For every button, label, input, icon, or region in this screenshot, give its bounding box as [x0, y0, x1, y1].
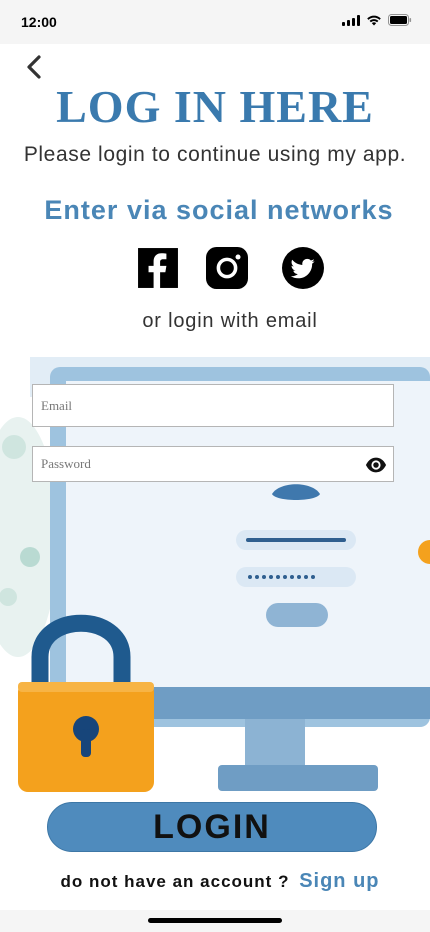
email-input[interactable]	[33, 385, 393, 426]
wifi-icon	[367, 15, 381, 26]
eye-icon[interactable]	[365, 455, 387, 475]
social-heading: Enter via social networks	[44, 195, 394, 225]
login-screen: LOG IN HERE Please login to continue usi…	[0, 44, 430, 910]
cellular-signal-icon	[342, 14, 360, 26]
signup-link[interactable]: Sign up	[299, 870, 379, 892]
signup-row: do not have an account ? Sign up	[0, 870, 430, 893]
email-field[interactable]	[32, 384, 394, 427]
instagram-icon[interactable]	[206, 247, 248, 289]
password-input[interactable]	[33, 447, 393, 481]
status-icons	[342, 14, 412, 26]
status-time: 12:00	[21, 14, 57, 30]
facebook-icon[interactable]	[137, 247, 179, 289]
home-indicator	[148, 918, 282, 923]
back-arrow-icon[interactable]	[22, 54, 48, 80]
password-field[interactable]	[32, 446, 394, 482]
social-buttons	[137, 247, 327, 291]
page-subtitle: Please login to continue using my app.	[23, 143, 407, 166]
signup-prompt: do not have an account ?	[60, 872, 290, 891]
battery-icon	[388, 14, 412, 26]
page-title: LOG IN HERE	[56, 81, 374, 132]
twitter-icon[interactable]	[282, 247, 324, 289]
login-button[interactable]: LOGIN	[47, 802, 377, 852]
status-bar: 12:00	[0, 0, 430, 44]
email-login-hint: or login with email	[142, 310, 318, 332]
